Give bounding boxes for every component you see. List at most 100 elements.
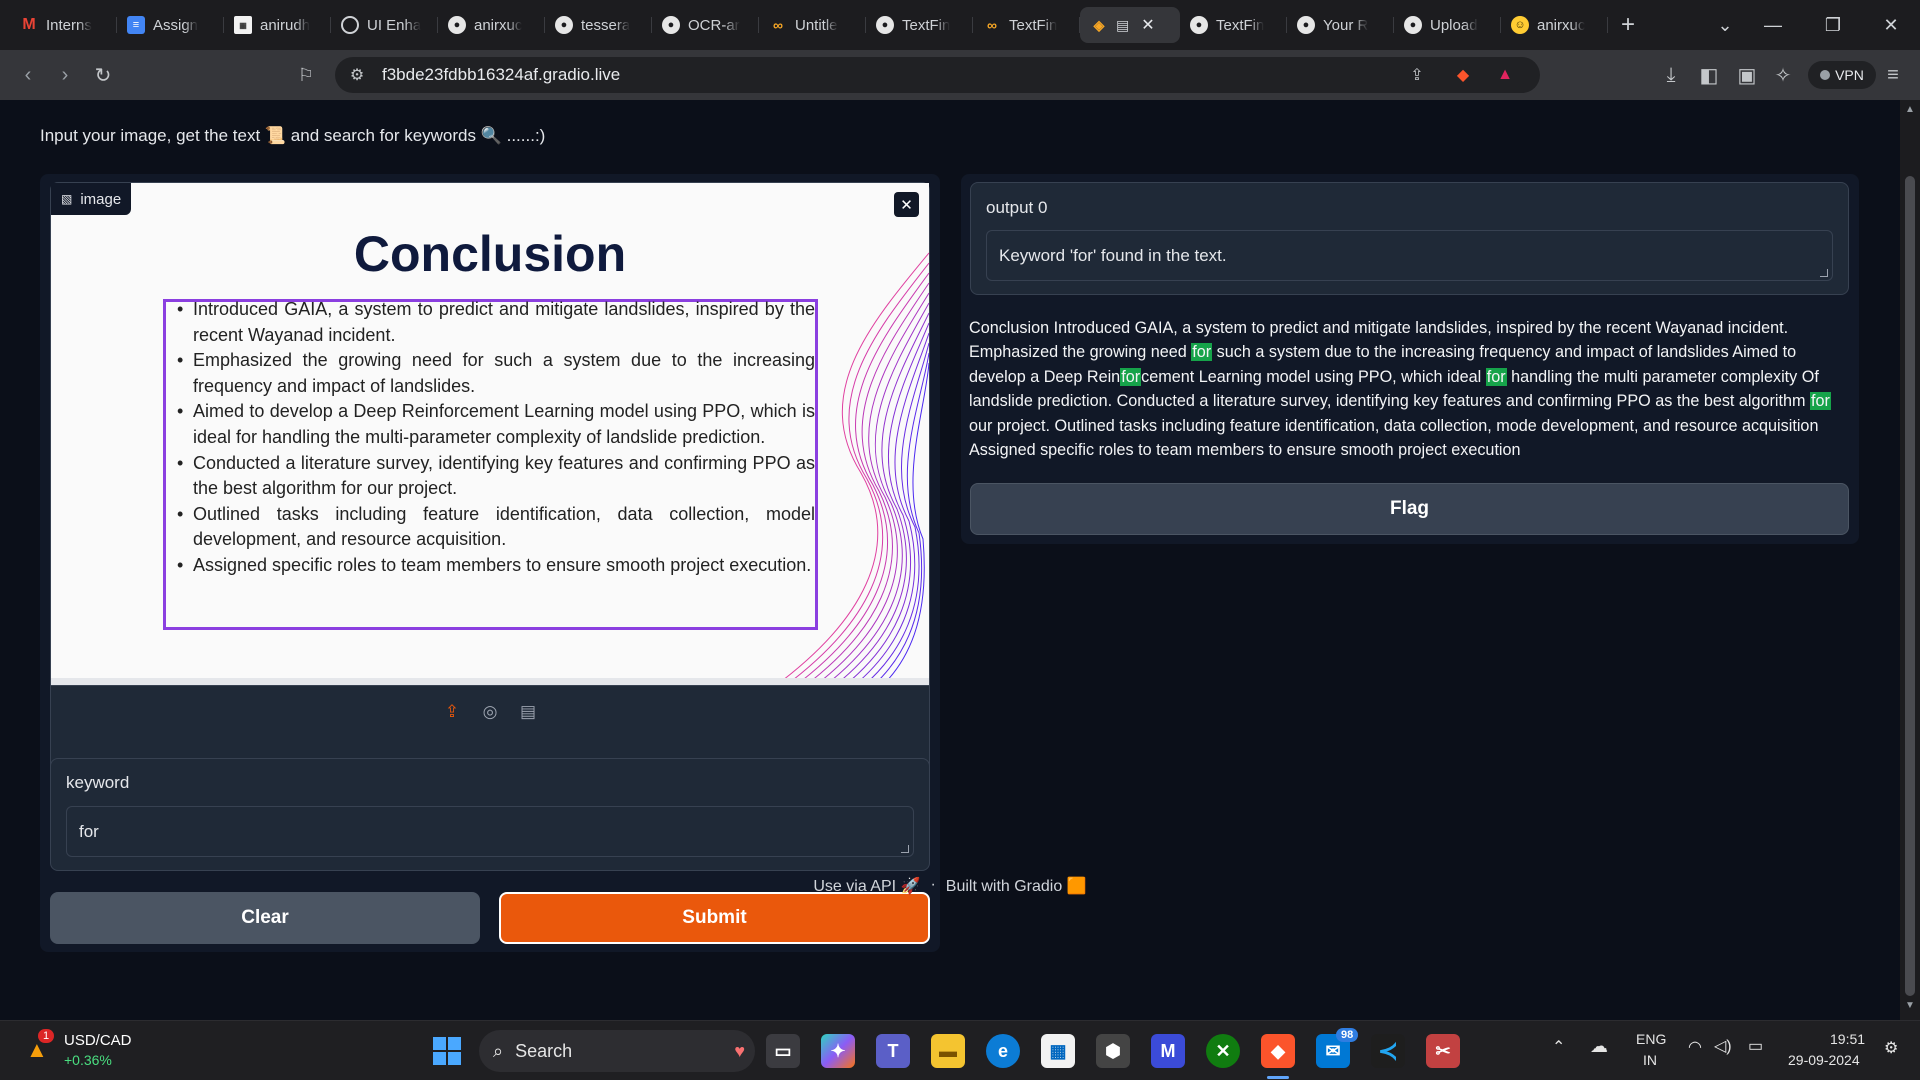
tab-textfin-1[interactable]: ● TextFin	[866, 7, 973, 43]
app-m-icon[interactable]: M	[1151, 1034, 1185, 1068]
battery-icon[interactable]: ▭	[1748, 1036, 1763, 1056]
tab-upload[interactable]: ● Upload	[1394, 7, 1501, 43]
close-tab-icon[interactable]: ✕	[1141, 15, 1154, 35]
tab-interns[interactable]: M Interns	[10, 7, 117, 43]
app-hexagon-icon[interactable]: ⬢	[1096, 1034, 1130, 1068]
huggingface-icon: ☺	[1511, 16, 1529, 34]
wallet-icon[interactable]: ▣	[1732, 60, 1762, 90]
github-icon: ●	[662, 16, 680, 34]
tab-anirudh[interactable]: ▦ anirudh	[224, 7, 331, 43]
forward-button[interactable]: ›	[50, 60, 80, 90]
uploaded-image[interactable]: Conclusion Introduced GAIA, a system to …	[51, 183, 929, 686]
scroll-down-icon[interactable]: ▼	[1900, 1000, 1920, 1016]
xbox-icon[interactable]: ✕	[1206, 1034, 1240, 1068]
search-icon: ⌕	[493, 1040, 504, 1061]
keyword-highlight: for	[1191, 343, 1213, 362]
use-via-api-link[interactable]: Use via API 🚀	[813, 876, 920, 896]
snipping-tool-icon[interactable]: ✂	[1426, 1034, 1460, 1068]
tab-ui-enha[interactable]: UI Enha	[331, 7, 438, 43]
copilot-icon[interactable]: ✦	[821, 1034, 855, 1068]
site-settings-icon[interactable]: ⚙	[345, 63, 369, 87]
weather-widget-icon[interactable]: ▲ 1	[22, 1029, 55, 1067]
gmail-icon: M	[22, 16, 36, 33]
active-app-indicator	[1267, 1076, 1289, 1079]
notification-icon[interactable]: ⚙	[1884, 1038, 1898, 1058]
sidebar-icon[interactable]: ◧	[1694, 60, 1724, 90]
edge-icon[interactable]: e	[986, 1034, 1020, 1068]
tab-anirxuc-hf[interactable]: ☺ anirxuc	[1501, 7, 1608, 43]
brave-taskbar-icon[interactable]: ◆	[1261, 1034, 1295, 1068]
wifi-icon[interactable]: ◠	[1688, 1037, 1702, 1057]
tab-anirxuc[interactable]: ● anirxuc	[438, 7, 545, 43]
github-icon: ●	[876, 16, 894, 34]
language-top[interactable]: ENG	[1636, 1031, 1666, 1047]
brave-rewards-icon[interactable]: ▲	[1493, 63, 1517, 87]
gradio-footer: Use via API 🚀 · Built with Gradio 🟧	[0, 876, 1900, 896]
browser-toolbar: ‹ › ↻ ⚐ ⚙ f3bde23fdbb16324af.gradio.live…	[0, 50, 1920, 100]
onedrive-icon[interactable]: ☁	[1590, 1036, 1608, 1057]
keyword-highlight: for	[1120, 367, 1142, 386]
app-description: Input your image, get the text 📜 and sea…	[40, 126, 546, 145]
widget-ticker[interactable]: USD/CAD	[64, 1032, 132, 1049]
close-window-button[interactable]: ✕	[1868, 0, 1914, 50]
clipboard-icon[interactable]: ▤	[517, 701, 539, 723]
store-icon[interactable]: ▦	[1041, 1034, 1075, 1068]
built-with-gradio-link[interactable]: Built with Gradio 🟧	[946, 876, 1087, 896]
tab-textfin-2[interactable]: ∞ TextFin	[973, 7, 1080, 43]
tab-assign[interactable]: ≡ Assign	[117, 7, 224, 43]
webcam-icon[interactable]: ◎	[479, 701, 501, 723]
vscode-icon[interactable]: ≺	[1371, 1034, 1405, 1068]
vpn-button[interactable]: VPN	[1808, 61, 1876, 89]
leo-ai-icon[interactable]: ✧	[1768, 60, 1798, 90]
keyword-input[interactable]: for	[66, 806, 914, 857]
upload-icon[interactable]: ⇪	[441, 701, 463, 723]
address-bar[interactable]: ⚙ f3bde23fdbb16324af.gradio.live ⇪ ◆ ▲	[335, 57, 1540, 93]
start-button[interactable]	[430, 1034, 464, 1068]
tab-search-chevron-icon[interactable]: ⌄	[1702, 0, 1748, 50]
tab-tessera[interactable]: ● tessera	[545, 7, 652, 43]
image-icon: ▦	[234, 16, 252, 34]
taskbar-search[interactable]: ⌕ Search ♥	[479, 1030, 755, 1072]
tab-ocr[interactable]: ● OCR-ar	[652, 7, 759, 43]
resize-handle-icon[interactable]	[1820, 269, 1828, 277]
widget-badge: 1	[38, 1029, 55, 1043]
share-icon[interactable]: ⇪	[1405, 63, 1429, 87]
bookmark-icon[interactable]: ⚐	[291, 60, 321, 90]
tray-overflow-icon[interactable]: ⌃	[1552, 1037, 1565, 1057]
volume-icon[interactable]: ◁)	[1714, 1036, 1732, 1056]
download-icon[interactable]: ⤓	[1656, 60, 1686, 90]
restore-button[interactable]: ❐	[1810, 0, 1856, 50]
page-scrollbar[interactable]: ▲ ▼	[1900, 100, 1920, 1020]
minimize-button[interactable]: —	[1750, 0, 1796, 50]
scroll-up-icon[interactable]: ▲	[1900, 104, 1920, 120]
tab-active-gradio[interactable]: ◈ ▤ ✕	[1080, 7, 1180, 43]
search-highlight-icon: ♥	[734, 1040, 745, 1061]
task-view-icon[interactable]: ▭	[766, 1034, 800, 1068]
reload-button[interactable]: ↻	[88, 60, 118, 90]
clock-date[interactable]: 29-09-2024	[1788, 1052, 1860, 1068]
scrollbar-thumb[interactable]	[1905, 176, 1915, 996]
clear-image-button[interactable]: ✕	[894, 192, 919, 217]
brave-shields-icon[interactable]: ◆	[1451, 63, 1475, 87]
tab-textfin-3[interactable]: ● TextFin	[1180, 7, 1287, 43]
flag-button[interactable]: Flag	[970, 483, 1849, 535]
github-icon: ●	[555, 16, 573, 34]
submit-button[interactable]: Submit	[499, 892, 930, 944]
clear-button[interactable]: Clear	[50, 892, 480, 944]
new-tab-button[interactable]: +	[1608, 7, 1648, 43]
output-textbox[interactable]: Keyword 'for' found in the text.	[986, 230, 1833, 281]
resize-handle-icon[interactable]	[901, 845, 909, 853]
tab-your-r[interactable]: ● Your R	[1287, 7, 1394, 43]
windows-taskbar: ▲ 1 USD/CAD +0.36% ⌕ Search ♥ ▭ ✦ T ▬ e …	[0, 1020, 1920, 1080]
file-explorer-icon[interactable]: ▬	[931, 1034, 965, 1068]
back-button[interactable]: ‹	[13, 60, 43, 90]
clock-time[interactable]: 19:51	[1830, 1031, 1865, 1047]
image-source-selector: ⇪ ◎ ▤	[51, 685, 929, 738]
github-icon: ●	[1190, 16, 1208, 34]
menu-icon[interactable]: ≡	[1878, 60, 1908, 90]
tab-untitled[interactable]: ∞ Untitle	[759, 7, 866, 43]
language-bottom[interactable]: IN	[1643, 1052, 1657, 1068]
mail-icon[interactable]: ✉ 98	[1316, 1028, 1359, 1068]
ai-icon	[341, 16, 359, 34]
teams-icon[interactable]: T	[876, 1034, 910, 1068]
